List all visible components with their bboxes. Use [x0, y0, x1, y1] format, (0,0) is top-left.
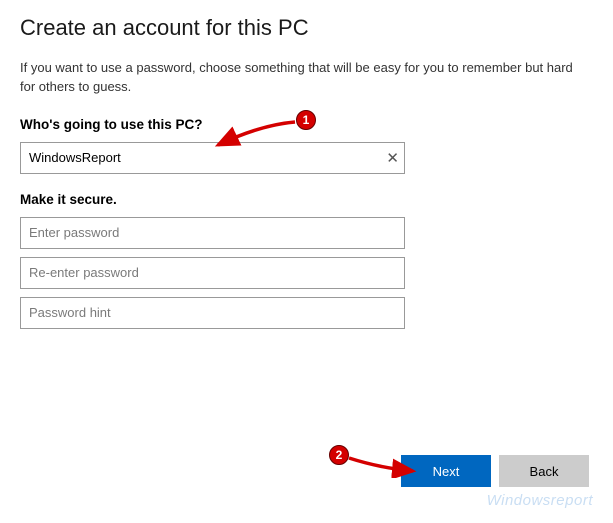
password-hint-input[interactable] — [20, 297, 405, 329]
clear-icon[interactable]: ✕ — [386, 149, 399, 167]
password-input[interactable] — [20, 217, 405, 249]
watermark-text: Windowsreport — [487, 492, 593, 509]
annotation-arrow-2-icon — [345, 448, 420, 478]
subtitle-text: If you want to use a password, choose so… — [20, 59, 580, 97]
secure-section-label: Make it secure. — [20, 192, 593, 207]
annotation-arrow-1-icon — [210, 115, 300, 155]
back-button[interactable]: Back — [499, 455, 589, 487]
annotation-badge-2: 2 — [329, 445, 349, 465]
reenter-password-input[interactable] — [20, 257, 405, 289]
button-row: Next Back — [401, 455, 589, 487]
page-title: Create an account for this PC — [20, 15, 593, 41]
annotation-badge-1: 1 — [296, 110, 316, 130]
